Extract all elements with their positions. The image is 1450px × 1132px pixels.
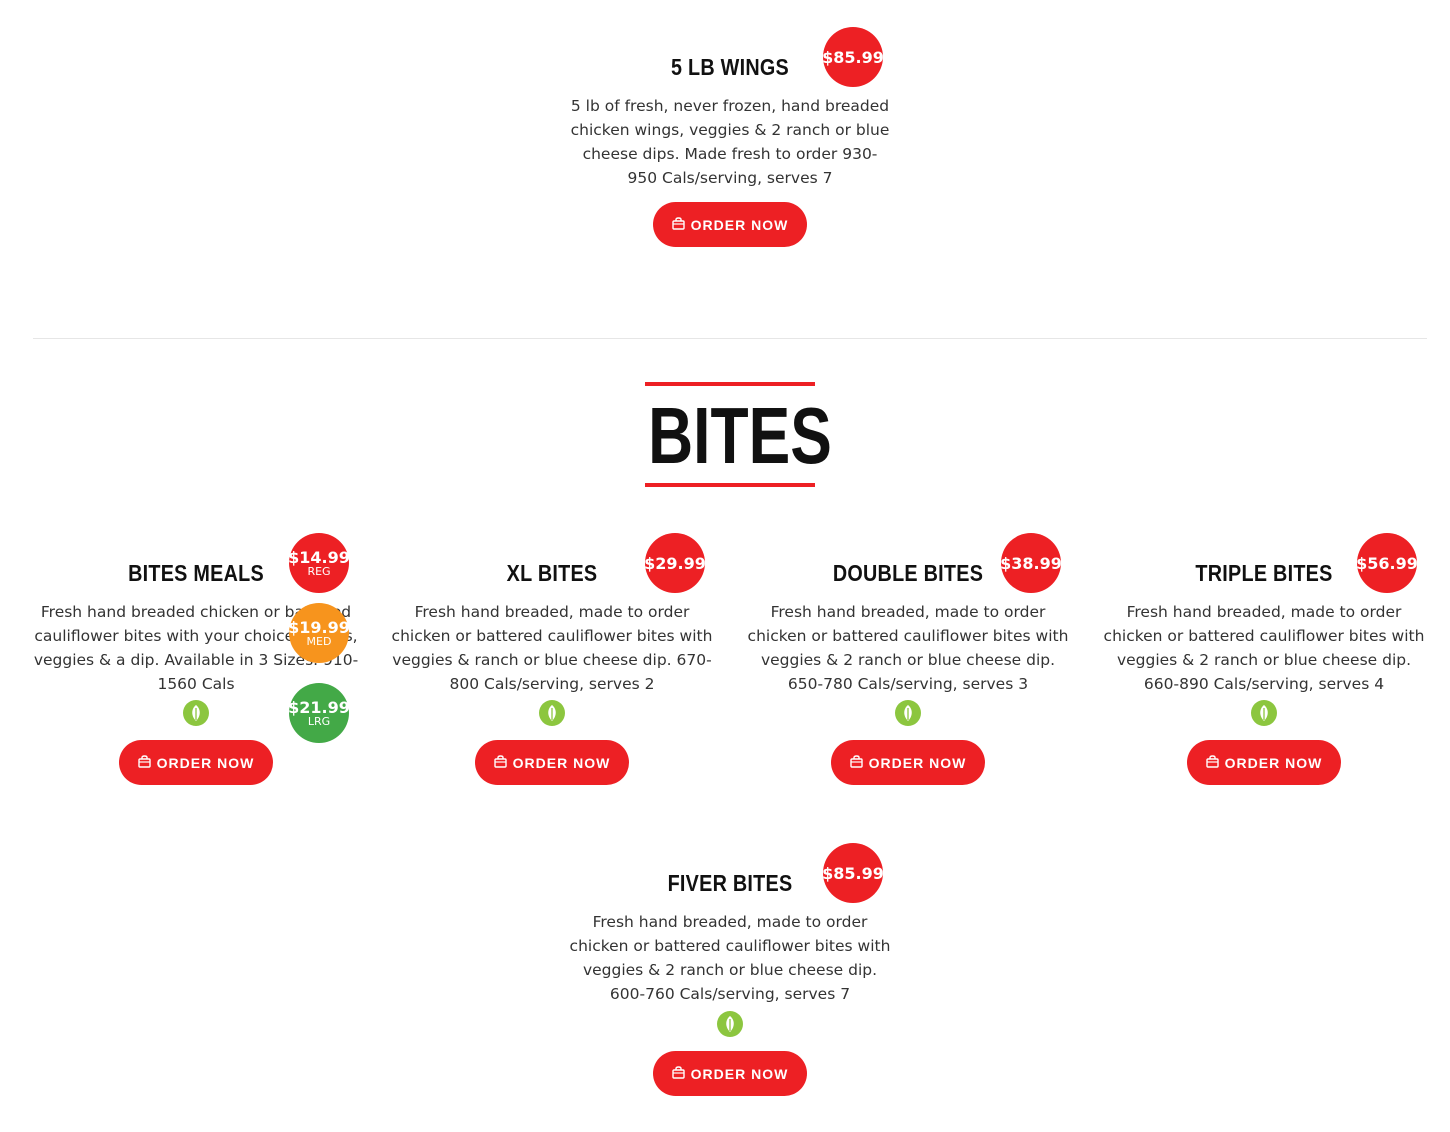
item-description: Fresh hand breaded, made to order chicke…: [391, 603, 713, 693]
menu-item-bites-meals: BITES MEALS Fresh hand breaded chicken o…: [30, 530, 362, 790]
item-description: Fresh hand breaded, made to order chicke…: [569, 913, 891, 1003]
menu-item-triple-bites: TRIPLE BITES Fresh hand breaded, made to…: [1098, 530, 1430, 790]
section-divider: [33, 338, 1427, 339]
section-title: BITES: [648, 391, 832, 480]
price-badge: $56.99: [1356, 533, 1418, 593]
order-now-button[interactable]: ORDER NOW: [1187, 740, 1341, 785]
order-now-label: ORDER NOW: [690, 1065, 789, 1082]
order-now-button[interactable]: ORDER NOW: [653, 1051, 807, 1096]
price-amount: $85.99: [822, 47, 884, 67]
price-amount: $38.99: [1000, 553, 1062, 573]
menu-item-fiver-bites: FIVER BITES Fresh hand breaded, made to …: [560, 840, 900, 1100]
leaf-icon: [717, 1011, 743, 1037]
shopping-bag-icon: [849, 754, 863, 771]
leaf-icon: [1251, 700, 1277, 726]
price-badge-lrg: $21.99 LRG: [288, 683, 350, 743]
order-now-button[interactable]: ORDER NOW: [119, 740, 273, 785]
shopping-bag-icon: [671, 1065, 685, 1082]
menu-item-double-bites: DOUBLE BITES Fresh hand breaded, made to…: [742, 530, 1074, 790]
order-now-button[interactable]: ORDER NOW: [653, 202, 807, 247]
shopping-bag-icon: [671, 216, 685, 233]
order-now-label: ORDER NOW: [868, 754, 967, 771]
price-amount: $56.99: [1356, 553, 1418, 573]
shopping-bag-icon: [137, 754, 151, 771]
price-amount: $29.99: [644, 553, 706, 573]
price-size: REG: [307, 564, 331, 578]
price-badge-med: $19.99 MED: [288, 603, 350, 663]
leaf-icon: [539, 700, 565, 726]
section-heading: BITES: [645, 382, 832, 488]
order-now-button[interactable]: ORDER NOW: [475, 740, 629, 785]
leaf-icon: [895, 700, 921, 726]
price-size: LRG: [307, 714, 331, 728]
price-badge: $38.99: [1000, 533, 1062, 593]
price-badge: $29.99: [644, 533, 706, 593]
heading-top-rule: [645, 382, 815, 386]
shopping-bag-icon: [1205, 754, 1219, 771]
order-now-label: ORDER NOW: [156, 754, 255, 771]
price-badge-reg: $14.99 REG: [288, 533, 350, 593]
item-description: Fresh hand breaded, made to order chicke…: [1103, 603, 1425, 693]
price-badge: $85.99: [822, 27, 884, 87]
shopping-bag-icon: [493, 754, 507, 771]
menu-item-xl-bites: XL BITES Fresh hand breaded, made to ord…: [386, 530, 718, 790]
item-description: 5 lb of fresh, never frozen, hand breade…: [570, 97, 890, 187]
order-now-label: ORDER NOW: [690, 216, 789, 233]
price-amount: $21.99: [288, 697, 350, 717]
price-amount: $85.99: [822, 863, 884, 883]
leaf-icon: [183, 700, 209, 726]
order-now-label: ORDER NOW: [1224, 754, 1323, 771]
price-amount: $19.99: [288, 617, 350, 637]
order-now-label: ORDER NOW: [512, 754, 611, 771]
order-now-button[interactable]: ORDER NOW: [831, 740, 985, 785]
price-amount: $14.99: [288, 547, 350, 567]
heading-bottom-rule: [645, 483, 815, 487]
menu-item-5lb-wings: 5 LB WINGS $85.99 5 lb of fresh, never f…: [560, 20, 900, 250]
price-size: MED: [306, 634, 332, 648]
price-badge: $85.99: [822, 843, 884, 903]
item-description: Fresh hand breaded, made to order chicke…: [747, 603, 1069, 693]
